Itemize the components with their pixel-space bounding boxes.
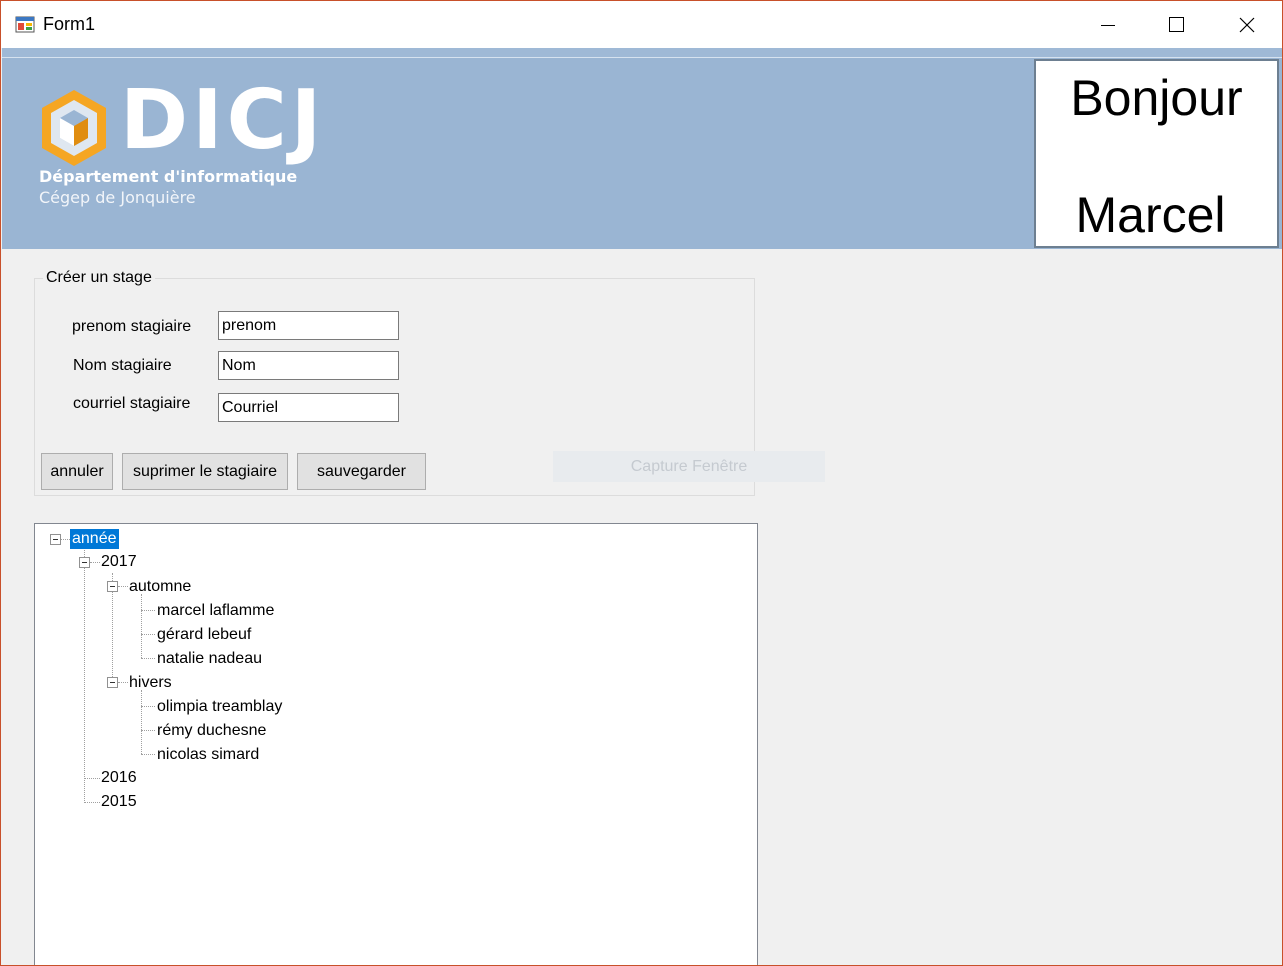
tree-node-season[interactable]: hivers: [129, 673, 172, 693]
tree-connector: [118, 682, 128, 683]
tree-connector: [141, 690, 142, 754]
minimize-icon: [1101, 24, 1115, 26]
tree-node-student[interactable]: natalie nadeau: [157, 649, 262, 669]
title-bar[interactable]: Form1: [1, 1, 1282, 48]
tree-node-year[interactable]: 2016: [101, 768, 137, 788]
tree-connector: [90, 562, 100, 563]
collapse-icon[interactable]: [79, 557, 90, 568]
tree-connector: [61, 539, 70, 540]
tree-connector: [141, 594, 142, 658]
dicj-logo-icon: [42, 90, 106, 166]
lastname-label: Nom stagiaire: [73, 357, 172, 374]
email-input[interactable]: [218, 393, 399, 422]
tree-connector: [141, 634, 155, 635]
capture-window-overlay[interactable]: Capture Fenêtre: [553, 451, 825, 482]
tree-node-season[interactable]: automne: [129, 577, 191, 597]
lastname-input[interactable]: [218, 351, 399, 380]
form1-window: Form1 DICJ Département d'informatique Cé…: [0, 0, 1283, 966]
firstname-input[interactable]: [218, 311, 399, 340]
tree-node-year[interactable]: 2015: [101, 792, 137, 812]
tree-connector: [141, 754, 155, 755]
cancel-button[interactable]: annuler: [41, 453, 113, 490]
college-name: Cégep de Jonquière: [39, 188, 196, 207]
greeting-line1: Bonjour: [1070, 70, 1243, 126]
internship-tree-view[interactable]: année 2017 automne marcel laflamme gérar…: [34, 523, 758, 965]
logo-text: DICJ: [120, 73, 326, 168]
greeting-box: Bonjour Marcel: [1034, 59, 1279, 248]
tree-connector: [141, 706, 155, 707]
tree-connector: [84, 550, 85, 801]
tree-node-student[interactable]: olimpia treamblay: [157, 697, 282, 717]
firstname-label: prenom stagiaire: [72, 318, 192, 335]
tree-connector: [141, 658, 155, 659]
email-label: courriel stagiaire: [73, 395, 191, 412]
tree-node-student[interactable]: nicolas simard: [157, 745, 259, 765]
maximize-button[interactable]: [1142, 1, 1212, 48]
collapse-icon[interactable]: [107, 677, 118, 688]
tree-connector: [84, 778, 100, 779]
department-name: Département d'informatique: [39, 167, 298, 186]
delete-intern-button[interactable]: suprimer le stagiaire: [122, 453, 288, 490]
minimize-button[interactable]: [1073, 1, 1143, 48]
close-icon: [1239, 17, 1255, 32]
collapse-icon[interactable]: [107, 581, 118, 592]
tree-node-student[interactable]: rémy duchesne: [157, 721, 266, 741]
tree-node-year[interactable]: 2017: [101, 552, 137, 572]
collapse-icon[interactable]: [50, 534, 61, 545]
close-button[interactable]: [1212, 1, 1282, 48]
group-title: Créer un stage: [43, 269, 155, 287]
window-title: Form1: [43, 14, 96, 34]
tree-node-student[interactable]: gérard lebeuf: [157, 625, 251, 645]
tree-node-root[interactable]: année: [70, 529, 119, 549]
tree-connector: [141, 730, 155, 731]
tree-node-student[interactable]: marcel laflamme: [157, 601, 274, 621]
tree-connector: [141, 610, 155, 611]
tree-connector: [118, 586, 128, 587]
tree-connector: [84, 802, 100, 803]
maximize-icon: [1169, 16, 1184, 32]
app-icon: [15, 16, 35, 33]
save-button[interactable]: sauvegarder: [297, 453, 426, 490]
greeting-user-name: Marcel: [1075, 187, 1226, 243]
